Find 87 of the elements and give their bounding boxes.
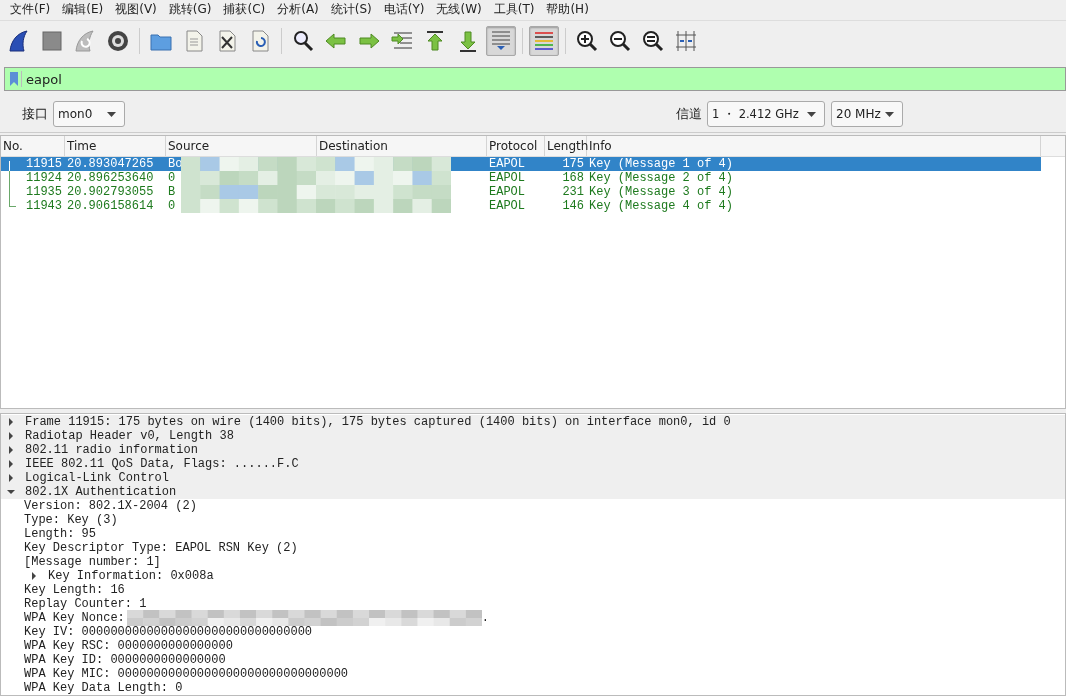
tree-item[interactable]: WPA Key Data Length: 0	[1, 681, 1065, 695]
caret-icon	[107, 111, 116, 117]
options-icon	[106, 28, 130, 53]
restart-icon	[73, 28, 97, 53]
table-cell-text: 231	[561, 185, 585, 200]
packet-row[interactable]: 11943 20.906158614 0 EAPOL 146 Key (Message 4 of 4)	[1, 199, 1041, 214]
table-cell-text: Key (Message 4 of 4)	[588, 199, 735, 214]
menu-item[interactable]: 工具(T)	[487, 1, 541, 19]
tree-item[interactable]: WPA Key ID: 0000000000000000	[1, 653, 1065, 667]
tree-item[interactable]: [Message number: 1]	[1, 555, 1065, 569]
column-header[interactable]: Protocol	[487, 136, 545, 157]
table-cell-text: EAPOL	[488, 185, 526, 200]
table-cell-text: 20.906158614	[66, 199, 155, 214]
column-header[interactable]: No.	[1, 136, 65, 157]
tree-item[interactable]: Version: 802.1X-2004 (2)	[1, 499, 1065, 513]
caret-icon	[807, 111, 816, 117]
tree-item[interactable]: WPA Key Nonce:	[24, 611, 125, 625]
tree-item[interactable]: Type: Key (3)	[1, 513, 1065, 527]
find-icon	[291, 28, 315, 53]
table-cell: 11915	[26, 157, 62, 172]
tree-item[interactable]: Key IV: 00000000000000000000000000000000	[1, 625, 1065, 639]
table-cell-text: Key (Message 1 of 4)	[588, 157, 735, 172]
tree-item[interactable]: Key Descriptor Type: EAPOL RSN Key (2)	[1, 541, 1065, 555]
table-cell-text: 168	[561, 171, 585, 186]
bookmark-icon	[9, 71, 22, 88]
table-cell-text: 0	[167, 171, 177, 186]
table-cell-text: EAPOL	[488, 171, 526, 186]
tree-item[interactable]: Length: 95	[1, 527, 1065, 541]
column-header[interactable]: Destination	[317, 136, 487, 157]
tree-item[interactable]: Frame 11915: 175 bytes on wire (1400 bits), 175 bytes captured (1400 bits) on interface mon0, id 0	[1, 415, 1065, 429]
table-cell-text: 146	[561, 199, 585, 214]
tree-item-text: .	[481, 611, 490, 625]
table-cell-text: EAPOL	[488, 157, 526, 172]
resize-icon	[674, 28, 698, 53]
autoscroll-icon	[489, 28, 513, 53]
zoomout-icon	[608, 28, 632, 53]
column-header[interactable]: Source	[166, 136, 317, 157]
menu-item[interactable]: 编辑(E)	[56, 1, 110, 19]
table-cell: 11924	[26, 171, 62, 186]
tree-item[interactable]: IEEE 802.11 QoS Data, Flags: ......F.C	[1, 457, 1065, 471]
expanded-arrow-icon	[7, 488, 15, 496]
table-cell-text: 175	[561, 157, 585, 172]
start-icon	[7, 28, 31, 53]
zoomnormal-icon	[641, 28, 665, 53]
interface-label: 接口	[22, 105, 48, 124]
tree-item[interactable]: Key Information: 0x008a	[1, 569, 1065, 583]
channel-width-dropdown[interactable]: 20 MHz	[831, 101, 903, 128]
stop-icon	[40, 28, 64, 53]
table-cell-text: 20.896253640	[66, 171, 155, 186]
table-cell: 11935	[26, 185, 62, 200]
menu-item[interactable]: 统计(S)	[324, 1, 378, 19]
menu-item[interactable]: 无线(W)	[430, 1, 488, 19]
table-cell-text: Key (Message 2 of 4)	[588, 171, 735, 186]
interface-dropdown[interactable]: mon0	[53, 101, 125, 128]
table-cell-text: Key (Message 3 of 4)	[588, 185, 735, 200]
tree-item[interactable]: WPA Key MIC: 00000000000000000000000000000000	[1, 667, 1065, 681]
menu-item[interactable]: 跳转(G)	[162, 1, 218, 19]
channel-dropdown[interactable]: 1 ・ 2.412 GHz	[707, 101, 825, 128]
collapsed-arrow-icon	[30, 572, 38, 580]
caret-icon	[885, 111, 894, 117]
channel-label: 信道	[676, 105, 702, 124]
menu-item[interactable]: 分析(A)	[271, 1, 325, 19]
tree-item[interactable]: Logical-Link Control	[1, 471, 1065, 485]
table-cell-text: 20.893047265	[66, 157, 155, 172]
display-filter-field[interactable]: eapol	[4, 67, 1066, 92]
column-header[interactable]: Info	[587, 136, 1041, 157]
table-cell-text: 20.902793055	[66, 185, 155, 200]
menu-item[interactable]: 视图(V)	[109, 1, 163, 19]
table-cell-text: EAPOL	[488, 199, 526, 214]
menu-item[interactable]: 捕获(C)	[217, 1, 272, 19]
tree-item[interactable]: 802.11 radio information	[1, 443, 1065, 457]
table-cell: 11943	[26, 199, 62, 214]
column-header[interactable]: Time	[65, 136, 166, 157]
zoomin-icon	[575, 28, 599, 53]
tree-item[interactable]: Radiotap Header v0, Length 38	[1, 429, 1065, 443]
table-cell-text: B	[167, 185, 177, 200]
tree-item[interactable]: Replay Counter: 1	[1, 597, 1065, 611]
table-cell-text: 0	[167, 199, 177, 214]
tree-item[interactable]: WPA Key RSC: 0000000000000000	[1, 639, 1065, 653]
column-header[interactable]: Length	[545, 136, 587, 157]
packet-row[interactable]: 11924 20.896253640 0 EAPOL 168 Key (Message 2 of 4)	[1, 171, 1041, 186]
packet-row[interactable]: 11935 20.902793055 B EAPOL 231 Key (Message 3 of 4)	[1, 185, 1041, 200]
menu-item[interactable]: 电话(Y)	[377, 1, 431, 19]
tree-item[interactable]: Key Length: 16	[1, 583, 1065, 597]
menu-item[interactable]: 帮助(H)	[540, 1, 595, 19]
menu-item[interactable]: 文件(F)	[4, 1, 57, 19]
tree-item[interactable]: 802.1X Authentication	[1, 485, 1065, 499]
